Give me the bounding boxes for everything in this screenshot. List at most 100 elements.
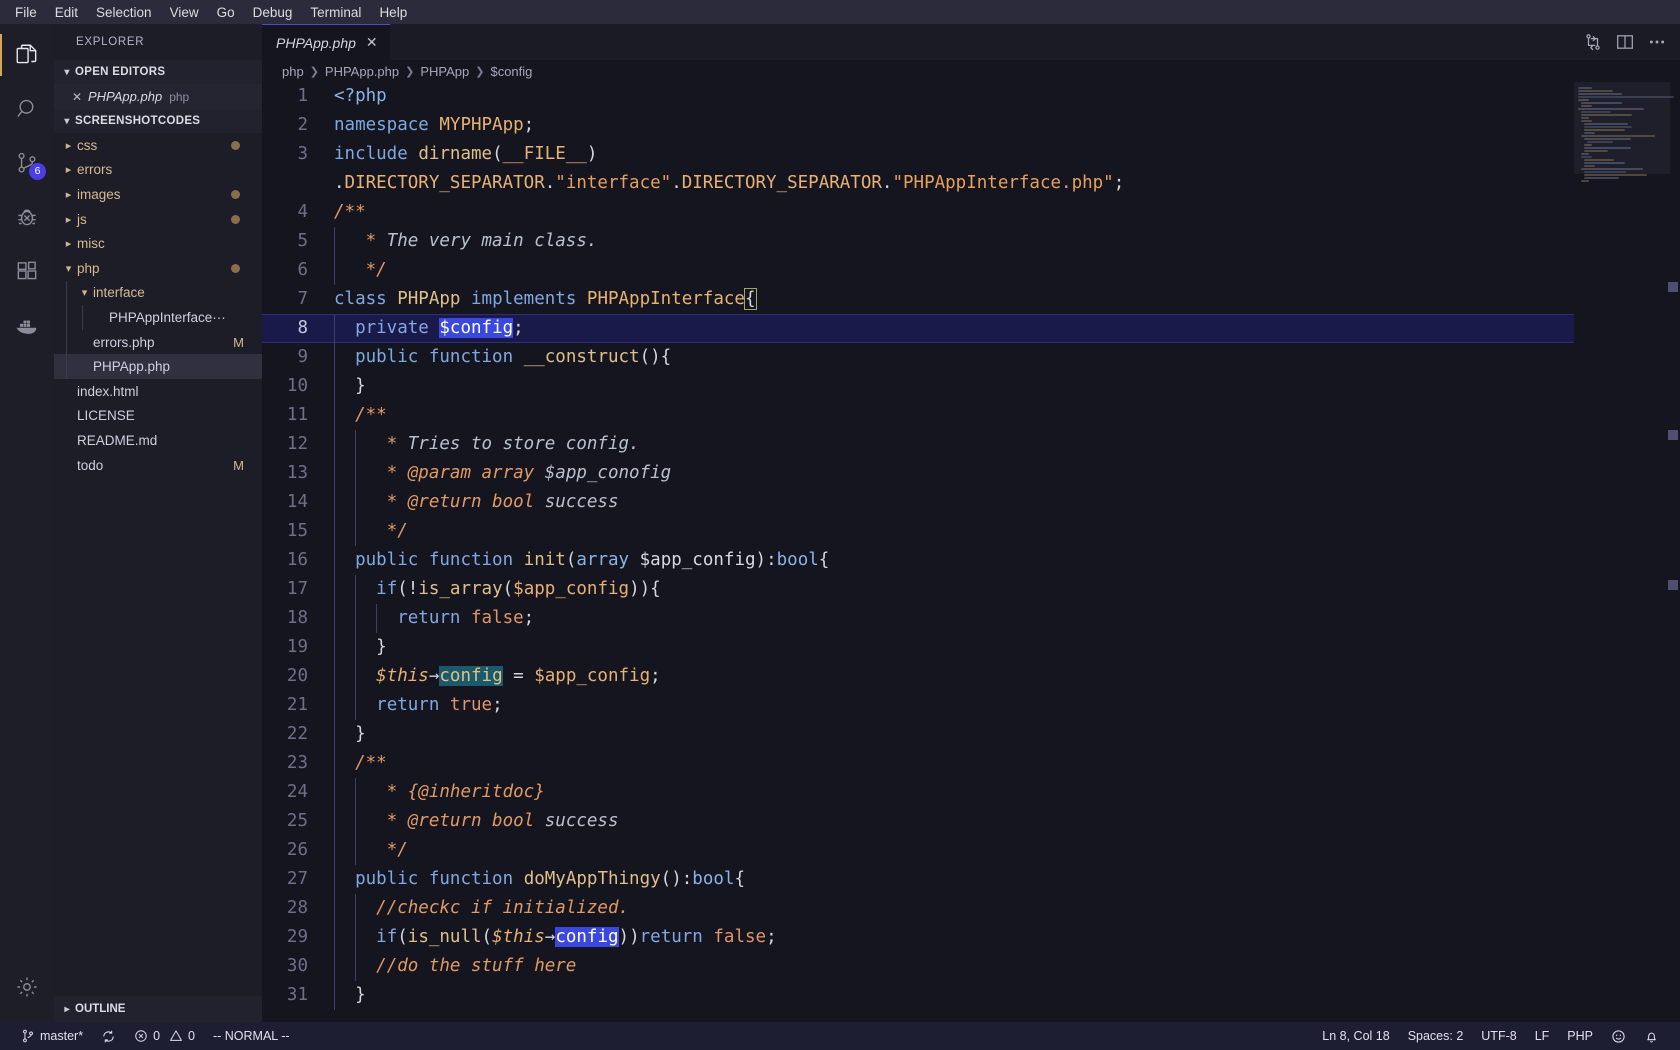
code-line[interactable]: 26 */ (262, 836, 1574, 865)
outline-section-header[interactable]: ▸ OUTLINE (54, 996, 262, 1022)
workspace-label: SCREENSHOTCODES (75, 115, 201, 127)
line-number: 19 (286, 637, 308, 657)
activitybar-docker[interactable] (0, 298, 54, 352)
code-line[interactable]: 9 public function __construct(){ (262, 343, 1574, 372)
sync-status[interactable] (92, 1022, 125, 1050)
code-token: . (881, 173, 893, 193)
menu-item-go[interactable]: Go (208, 3, 244, 22)
code-editor[interactable]: 1 <?php 2 namespace MYPHPApp; 3 include dirna… (262, 82, 1680, 1022)
menu-item-help[interactable]: Help (370, 3, 416, 22)
tree-file-item[interactable]: README.md (54, 428, 262, 453)
tree-file-item[interactable]: PHPApp.php (54, 354, 262, 379)
tree-folder-item[interactable]: ▸ js (54, 207, 262, 232)
more-actions-icon[interactable] (1648, 33, 1666, 51)
close-icon[interactable]: ✕ (366, 34, 378, 51)
code-line[interactable]: 6 */ (262, 256, 1574, 285)
code-line[interactable]: 12 * Tries to store config. (262, 430, 1574, 459)
activitybar-search[interactable] (0, 82, 54, 136)
line-number: 7 (297, 289, 308, 309)
split-diff-icon[interactable] (1584, 33, 1602, 51)
menu-item-view[interactable]: View (161, 3, 208, 22)
code-line[interactable]: 13 * @param array $app_conofig (262, 459, 1574, 488)
menu-item-debug[interactable]: Debug (244, 3, 302, 22)
feedback-button[interactable] (1602, 1022, 1635, 1050)
code-line[interactable]: 18 return false; (262, 604, 1574, 633)
code-line[interactable]: 28 //checkc if initialized. (262, 894, 1574, 923)
code-line[interactable]: 15 */ (262, 517, 1574, 546)
code-line[interactable]: 10 } (262, 372, 1574, 401)
code-line[interactable]: 11 /** (262, 401, 1574, 430)
open-editors-section-header[interactable]: ▾ OPEN EDITORS (54, 60, 262, 84)
code-line[interactable]: 22 } (262, 720, 1574, 749)
code-line[interactable]: 2 namespace MYPHPApp; (262, 111, 1574, 140)
menu-item-file[interactable]: File (6, 3, 46, 22)
code-line[interactable]: .DIRECTORY_SEPARATOR."interface".DIRECTO… (262, 169, 1574, 198)
cursor-position-status[interactable]: Ln 8, Col 18 (1313, 1022, 1398, 1050)
breadcrumb-item[interactable]: php (282, 64, 304, 79)
tree-folder-item[interactable]: ▸ errors (54, 158, 262, 183)
tree-file-item[interactable]: errors.php M (54, 329, 262, 355)
tree-folder-item[interactable]: ▾ interface (54, 280, 262, 306)
code-line[interactable]: 25 * @return bool success (262, 807, 1574, 836)
code-line[interactable]: 16 public function init(array $app_confi… (262, 546, 1574, 575)
activitybar-source-control[interactable]: 6 (0, 136, 54, 190)
code-line[interactable]: 7 class PHPApp implements PHPAppInterface… (262, 285, 1574, 314)
minimap[interactable] (1574, 82, 1680, 1022)
tree-file-item[interactable]: LICENSE (54, 404, 262, 429)
tab-phpapp-php[interactable]: PHPApp.php ✕ (262, 24, 390, 60)
menu-item-selection[interactable]: Selection (87, 3, 161, 22)
language-mode-status[interactable]: PHP (1558, 1022, 1602, 1050)
code-token: array (576, 550, 630, 570)
activitybar-explorer[interactable] (0, 28, 54, 82)
code-line[interactable]: 30 //do the stuff here (262, 952, 1574, 981)
encoding-status[interactable]: UTF-8 (1472, 1022, 1525, 1050)
code-line[interactable]: 3 include dirname(__FILE__) (262, 140, 1574, 169)
code-line[interactable]: 27 public function doMyAppThingy():bool{ (262, 865, 1574, 894)
code-line[interactable]: 24 * {@inheritdoc} (262, 778, 1574, 807)
activitybar-extensions[interactable] (0, 244, 54, 298)
tree-file-item[interactable]: index.html (54, 379, 262, 404)
indentation-status[interactable]: Spaces: 2 (1399, 1022, 1473, 1050)
code-line[interactable]: 5 * The very main class. (262, 227, 1574, 256)
code-token: public (355, 550, 419, 570)
editor-scrollbar[interactable] (1666, 82, 1680, 1022)
tree-folder-item[interactable]: ▸ css (54, 133, 262, 158)
tree-folder-item[interactable]: ▸ images (54, 182, 262, 207)
activitybar-settings[interactable] (0, 960, 54, 1014)
tree-file-item[interactable]: todo M (54, 453, 262, 478)
branch-status[interactable]: master* (12, 1022, 92, 1050)
code-line[interactable]: 1 <?php (262, 82, 1574, 111)
breadcrumb-item[interactable]: $config (490, 64, 532, 79)
code-line[interactable]: 8 private $config; (262, 314, 1574, 343)
problems-status[interactable]: 0 0 (125, 1022, 204, 1050)
tree-folder-item[interactable]: ▸ misc (54, 231, 262, 256)
workspace-section-header[interactable]: ▾ SCREENSHOTCODES (54, 109, 262, 133)
code-line[interactable]: 20 $this→config = $app_config; (262, 662, 1574, 691)
code-line[interactable]: 23 /** (262, 749, 1574, 778)
indent-guide (355, 575, 357, 604)
eol-status[interactable]: LF (1526, 1022, 1559, 1050)
indent-guide (82, 305, 83, 330)
tree-folder-item[interactable]: ▾ php (54, 256, 262, 281)
breadcrumb-item[interactable]: PHPApp (420, 64, 469, 79)
menu-item-terminal[interactable]: Terminal (301, 3, 370, 22)
breadcrumb-item[interactable]: PHPApp.php (325, 64, 399, 79)
split-editor-icon[interactable] (1616, 33, 1634, 51)
notifications-button[interactable] (1635, 1022, 1668, 1050)
tree-file-item[interactable]: PHPAppInterface··· (54, 305, 262, 330)
close-icon[interactable]: ✕ (72, 90, 88, 104)
activitybar-debug[interactable] (0, 190, 54, 244)
code-line[interactable]: 19 } (262, 633, 1574, 662)
open-editor-item[interactable]: ✕ PHPApp.php php (54, 84, 262, 109)
code-line[interactable]: 4 /** (262, 198, 1574, 227)
code-line[interactable]: 17 if(!is_array($app_config)){ (262, 575, 1574, 604)
code-line[interactable]: 31 } (262, 981, 1574, 1010)
code-line[interactable]: 29 if(is_null($this→config))return false… (262, 923, 1574, 952)
menu-item-edit[interactable]: Edit (46, 3, 87, 22)
editor-tabs-bar: PHPApp.php ✕ (262, 24, 1680, 60)
code-lines[interactable]: 1 <?php 2 namespace MYPHPApp; 3 include dirna… (262, 82, 1574, 1022)
code-line[interactable]: 14 * @return bool success (262, 488, 1574, 517)
code-line[interactable]: 21 return true; (262, 691, 1574, 720)
